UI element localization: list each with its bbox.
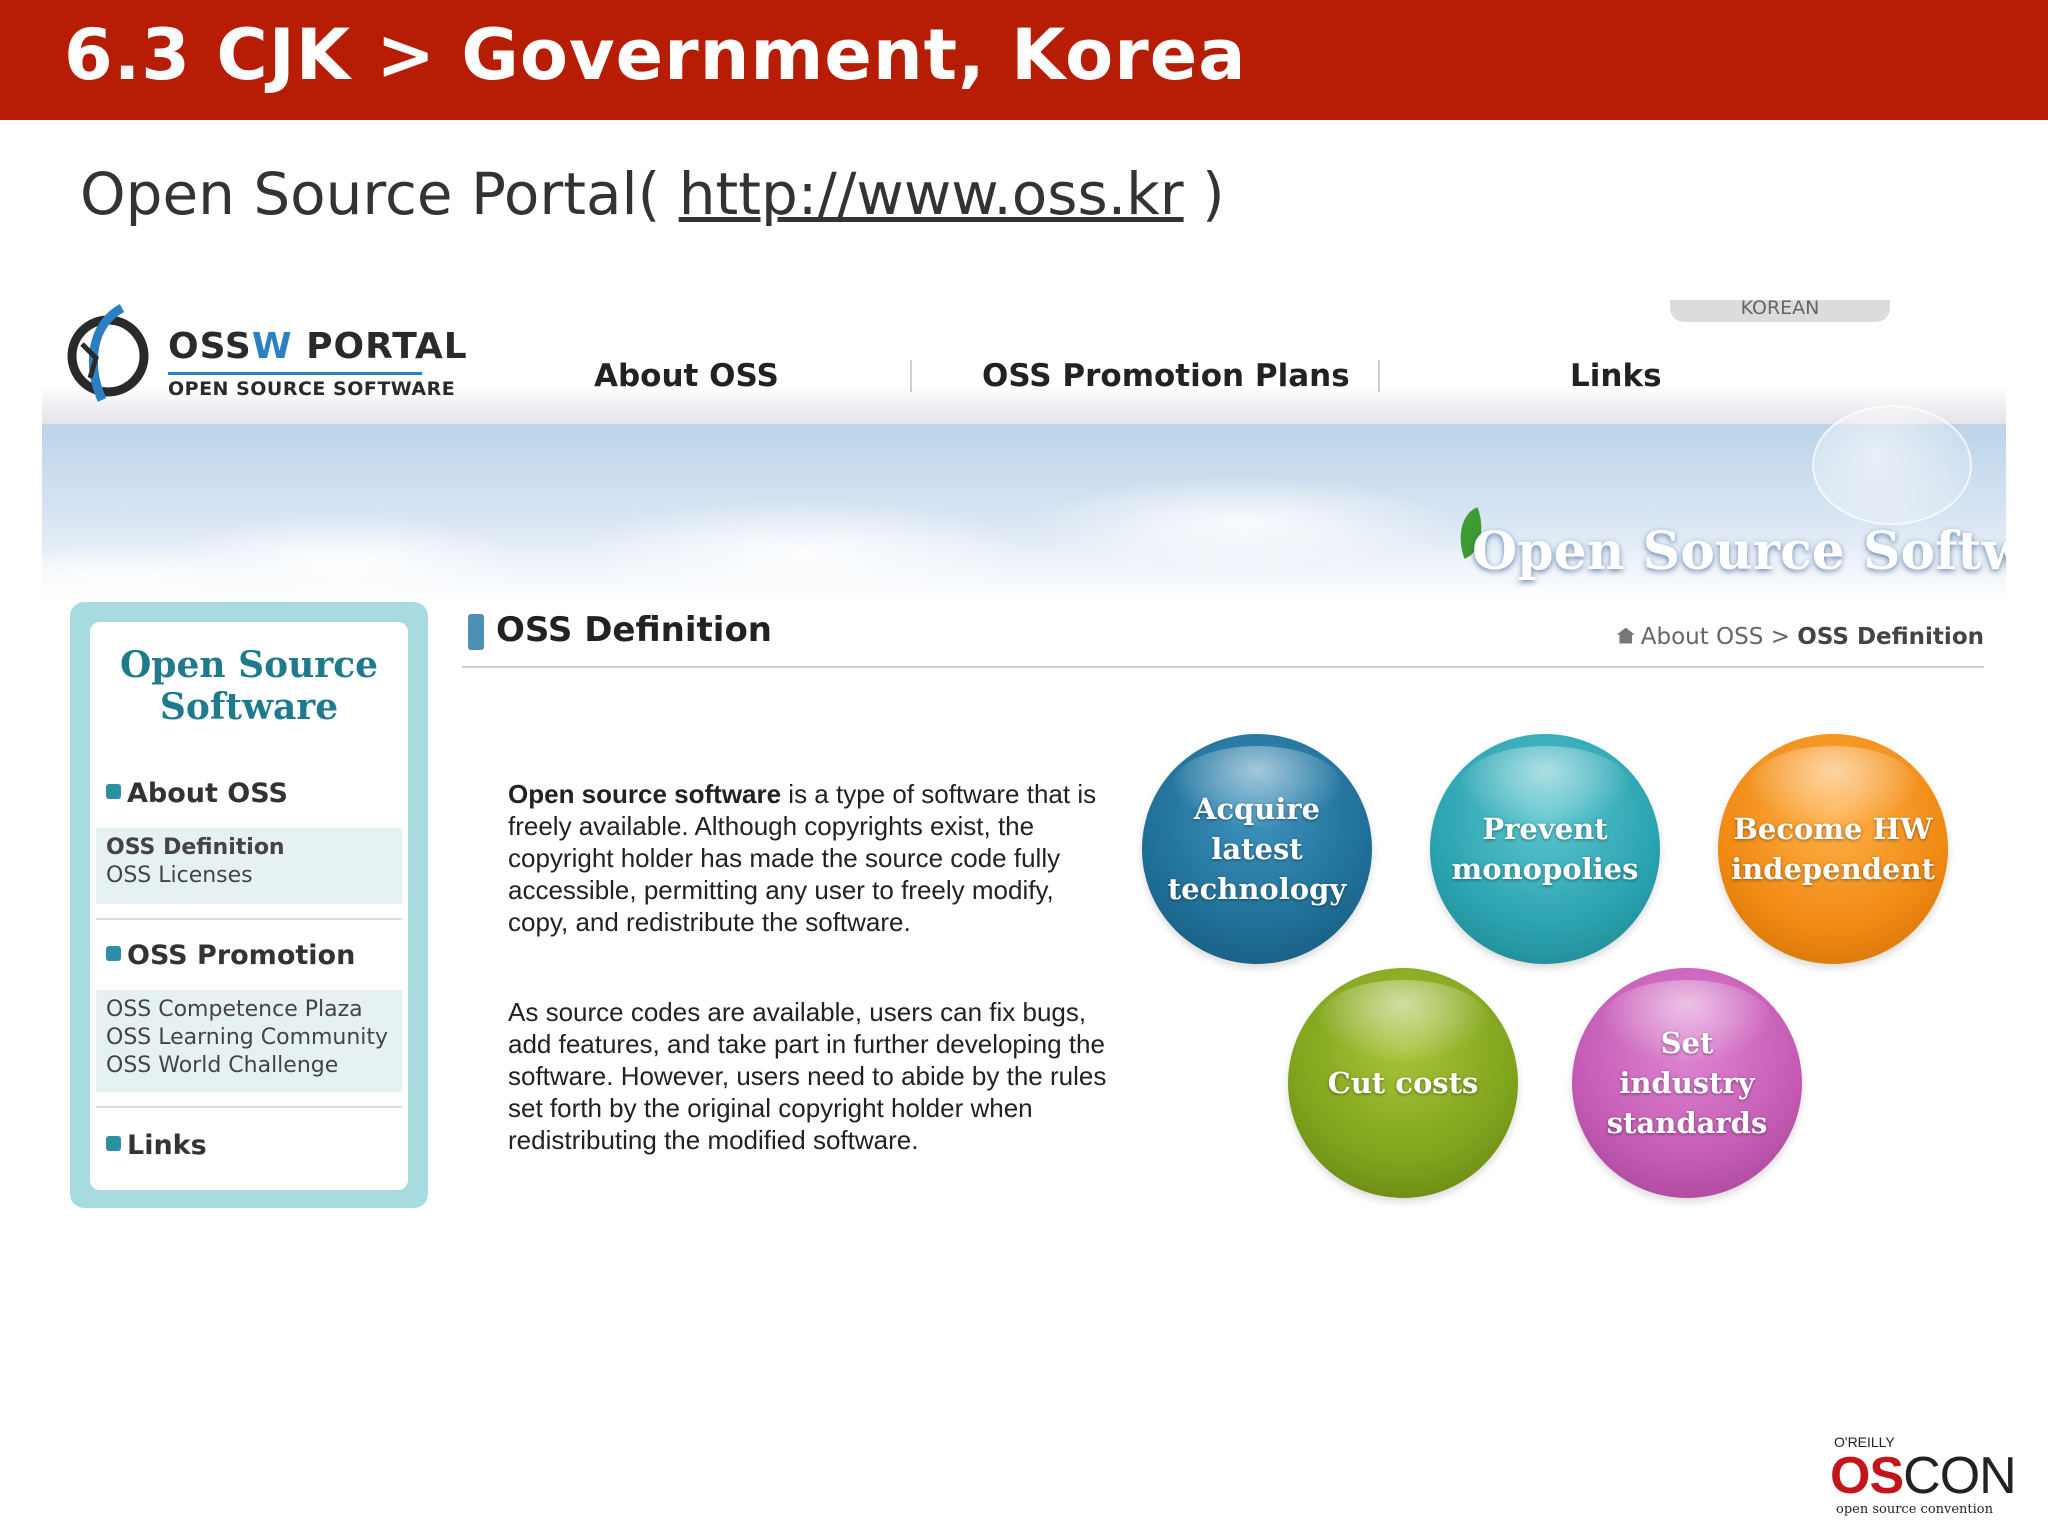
language-tab-korean[interactable]: KOREAN: [1670, 300, 1890, 322]
nav-links[interactable]: Links: [1570, 358, 1662, 394]
sidebar-link-oss-competence-plaza[interactable]: OSS Competence Plaza: [106, 996, 392, 1024]
sidebar-divider: [96, 1106, 402, 1108]
sidebar-link-oss-definition[interactable]: OSS Definition: [106, 834, 392, 862]
sidebar-link-oss-licenses[interactable]: OSS Licenses: [106, 862, 392, 890]
sidebar-section-oss-promotion[interactable]: OSS Promotion: [106, 940, 355, 971]
home-icon[interactable]: [1616, 627, 1635, 644]
portal-header: KOREAN OSSW PORTAL OPEN SOURCE SOFTWARE …: [42, 300, 2006, 425]
breadcrumb: About OSS > OSS Definition: [1616, 624, 1984, 650]
content-header: OSS Definition About OSS > OSS Definitio…: [462, 608, 1984, 668]
nav-about-oss[interactable]: About OSS: [594, 358, 779, 394]
sidebar-submenu-about-oss: OSS Definition OSS Licenses: [96, 828, 402, 904]
nav-divider: [1378, 360, 1380, 392]
logo-wordmark: OSSW PORTAL: [168, 326, 468, 367]
definition-paragraph-2: As source codes are available, users can…: [508, 997, 1107, 1155]
sidebar-link-oss-world-challenge[interactable]: OSS World Challenge: [106, 1052, 392, 1080]
oscon-wordmark: OSCON: [1830, 1447, 2017, 1505]
definition-term: Open source software: [508, 779, 782, 809]
bubble-prevent-monopolies: Prevent monopolies: [1430, 734, 1660, 964]
slide: 6.3 CJK > Government, Korea Open Source …: [0, 0, 2048, 1536]
sidebar-submenu-oss-promotion: OSS Competence Plaza OSS Learning Commun…: [96, 990, 402, 1092]
oscon-logo: O'REILLY OSCON open source convention: [1830, 1430, 2030, 1520]
slide-title: 6.3 CJK > Government, Korea: [64, 14, 1247, 96]
sidebar-section-about-oss[interactable]: About OSS: [106, 778, 288, 809]
bubble-acquire-latest-technology: Acquire latest technology: [1142, 734, 1372, 964]
sidebar: Open Source Software About OSS OSS Defin…: [70, 602, 428, 1208]
arrow-bullet-icon: [106, 946, 121, 961]
portal-screenshot: KOREAN OSSW PORTAL OPEN SOURCE SOFTWARE …: [42, 300, 2006, 1320]
logo-globe-icon: [67, 304, 149, 402]
sidebar-link-oss-learning-community[interactable]: OSS Learning Community: [106, 1024, 392, 1052]
sidebar-title: Open Source Software: [119, 644, 379, 728]
breadcrumb-parent[interactable]: About OSS: [1641, 624, 1764, 650]
bubble-become-hw-independent: Become HW independent: [1718, 734, 1948, 964]
bubble-cut-costs: Cut costs: [1288, 968, 1518, 1198]
oscon-tagline: open source convention: [1836, 1502, 1994, 1517]
definition-paragraph-1: Open source software is a type of softwa…: [508, 778, 1118, 938]
sky-banner: Open Source Software: [42, 405, 2006, 600]
nav-divider: [910, 360, 912, 392]
sidebar-panel: Open Source Software About OSS OSS Defin…: [90, 622, 408, 1190]
breadcrumb-separator: >: [1770, 624, 1790, 650]
logo-rule: [168, 372, 422, 375]
ossw-portal-logo[interactable]: OSSW PORTAL OPEN SOURCE SOFTWARE: [62, 300, 467, 410]
nav-oss-promotion-plans[interactable]: OSS Promotion Plans: [982, 358, 1350, 394]
arrow-bullet-icon: [106, 1136, 121, 1151]
portal-url-link[interactable]: http://www.oss.kr: [679, 160, 1184, 228]
bubble-set-industry-standards: Set industry standards: [1572, 968, 1802, 1198]
arrow-bullet-icon: [106, 784, 121, 799]
sidebar-section-links[interactable]: Links: [106, 1130, 207, 1161]
subtitle-closing: ): [1183, 160, 1225, 228]
banner-title: Open Source Software: [1472, 521, 2006, 582]
logo-tagline: OPEN SOURCE SOFTWARE: [168, 378, 456, 400]
subtitle-text: Open Source Portal(: [80, 160, 679, 228]
banner-bubble-decoration: [1812, 405, 1972, 525]
title-marker-icon: [468, 614, 484, 650]
content-title: OSS Definition: [496, 610, 773, 650]
sidebar-divider: [96, 918, 402, 920]
slide-subtitle: Open Source Portal( http://www.oss.kr ): [80, 160, 1225, 228]
title-bar: 6.3 CJK > Government, Korea: [0, 0, 2048, 120]
breadcrumb-current: OSS Definition: [1797, 624, 1984, 650]
